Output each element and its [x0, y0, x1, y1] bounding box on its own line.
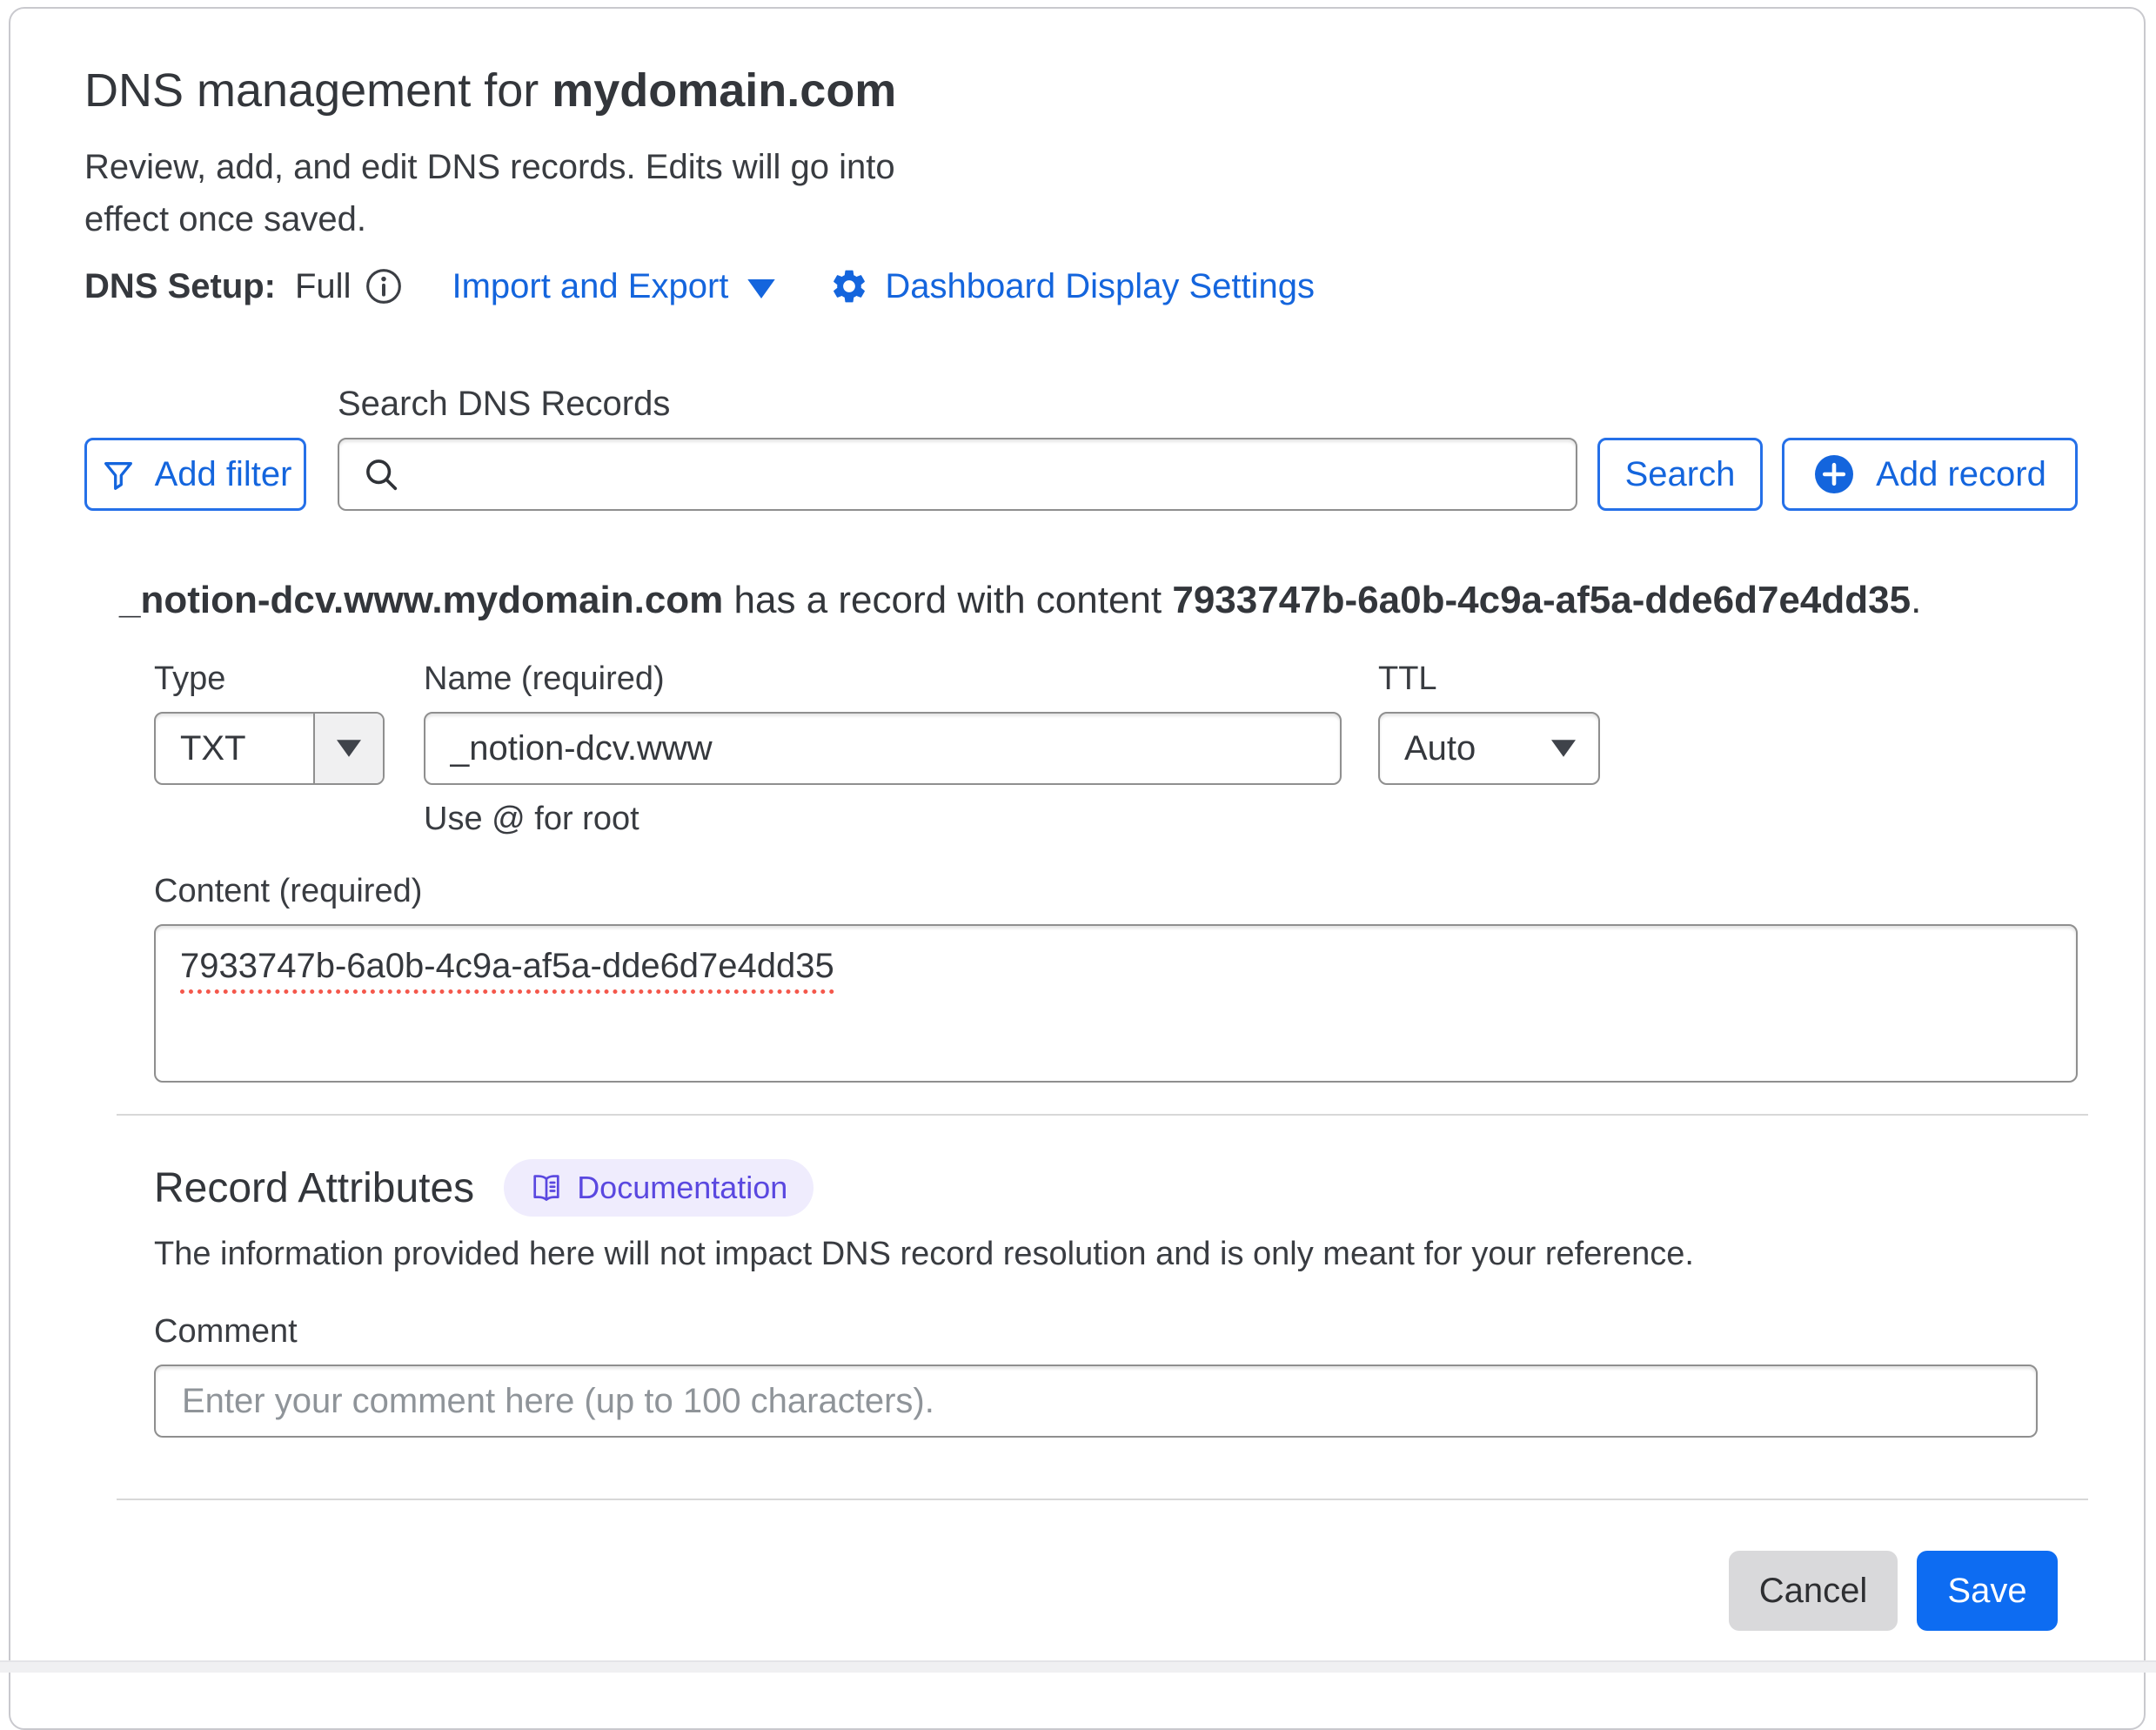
filter-icon: [99, 457, 137, 495]
documentation-link[interactable]: Documentation: [504, 1159, 814, 1217]
type-label: Type: [154, 660, 385, 698]
search-button-label: Search: [1625, 455, 1736, 494]
section-divider: [117, 1114, 2088, 1116]
search-dns-records-label: Search DNS Records: [338, 385, 2078, 424]
page-subtitle: Review, add, and edit DNS records. Edits…: [84, 141, 907, 245]
name-hint: Use @ for root: [424, 801, 1342, 838]
import-export-label: Import and Export: [452, 267, 728, 306]
book-icon: [530, 1171, 563, 1204]
record-attributes-title: Record Attributes: [154, 1164, 474, 1212]
record-exists-notice: _notion-dcv.www.mydomain.com has a recor…: [119, 579, 2078, 622]
record-form: Type TXT Name (required) Use @ for root: [84, 660, 2078, 1083]
search-box: [338, 438, 1577, 511]
type-field: Type TXT: [154, 660, 385, 838]
record-attributes-header: Record Attributes Documentation: [154, 1159, 2078, 1217]
comment-input[interactable]: [154, 1365, 2038, 1438]
plus-circle-icon: [1813, 453, 1855, 495]
notice-record-content: 7933747b-6a0b-4c9a-af5a-dde6d7e4dd35: [1172, 579, 1911, 621]
dns-setup-label: DNS Setup:: [84, 267, 276, 306]
dns-management-card: DNS management for mydomain.com Review, …: [9, 7, 2146, 1730]
content-textarea[interactable]: 7933747b-6a0b-4c9a-af5a-dde6d7e4dd35: [154, 924, 2078, 1083]
footer-actions: Cancel Save: [84, 1551, 2058, 1631]
name-input[interactable]: [424, 712, 1342, 785]
content-value: 7933747b-6a0b-4c9a-af5a-dde6d7e4dd35: [180, 947, 834, 994]
documentation-label: Documentation: [577, 1170, 787, 1206]
save-button[interactable]: Save: [1917, 1551, 2058, 1631]
comment-field: Comment: [154, 1313, 2078, 1438]
content-field: Content (required) 7933747b-6a0b-4c9a-af…: [154, 873, 2078, 1083]
add-filter-button[interactable]: Add filter: [84, 438, 306, 511]
info-icon[interactable]: [365, 267, 403, 305]
notice-record-name: _notion-dcv.www.mydomain.com: [119, 579, 723, 621]
import-export-menu[interactable]: Import and Export: [452, 267, 775, 306]
ttl-select-value: Auto: [1380, 729, 1551, 768]
dashboard-display-settings-link[interactable]: Dashboard Display Settings: [829, 266, 1315, 306]
page-title: DNS management for mydomain.com: [84, 63, 2078, 118]
name-field: Name (required) Use @ for root: [424, 660, 1342, 838]
dns-setup-row: DNS Setup: Full Import and Export Dashbo…: [84, 265, 2078, 308]
content-label: Content (required): [154, 873, 2078, 910]
chevron-down-icon: [747, 279, 775, 298]
bottom-strip: [0, 1660, 2156, 1673]
search-button[interactable]: Search: [1597, 438, 1763, 511]
notice-middle-text: has a record with content: [723, 579, 1172, 621]
record-attributes-description: The information provided here will not i…: [154, 1236, 2078, 1273]
add-record-button[interactable]: Add record: [1782, 438, 2078, 511]
page-title-domain: mydomain.com: [552, 64, 896, 117]
type-select-value: TXT: [156, 729, 313, 768]
comment-label: Comment: [154, 1313, 2078, 1351]
add-record-label: Add record: [1876, 455, 2046, 494]
search-input[interactable]: [338, 438, 1577, 511]
name-label: Name (required): [424, 660, 1342, 698]
add-filter-label: Add filter: [155, 455, 292, 494]
search-icon: [362, 455, 402, 495]
gear-icon: [829, 266, 869, 306]
page-title-prefix: DNS management for: [84, 64, 552, 117]
chevron-down-icon: [1551, 740, 1576, 757]
dashboard-display-settings-label: Dashboard Display Settings: [885, 267, 1315, 306]
ttl-select[interactable]: Auto: [1378, 712, 1600, 785]
ttl-field: TTL Auto: [1378, 660, 1600, 838]
notice-suffix: .: [1911, 579, 1921, 621]
footer-divider: [117, 1499, 2088, 1500]
type-select[interactable]: TXT: [154, 712, 385, 785]
search-section: Search DNS Records Add filter Search: [84, 385, 2078, 511]
dns-setup-value: Full: [295, 267, 351, 306]
chevron-down-icon: [337, 740, 361, 757]
ttl-label: TTL: [1378, 660, 1600, 698]
cancel-button[interactable]: Cancel: [1729, 1551, 1898, 1631]
type-select-caret-zone: [313, 714, 383, 783]
